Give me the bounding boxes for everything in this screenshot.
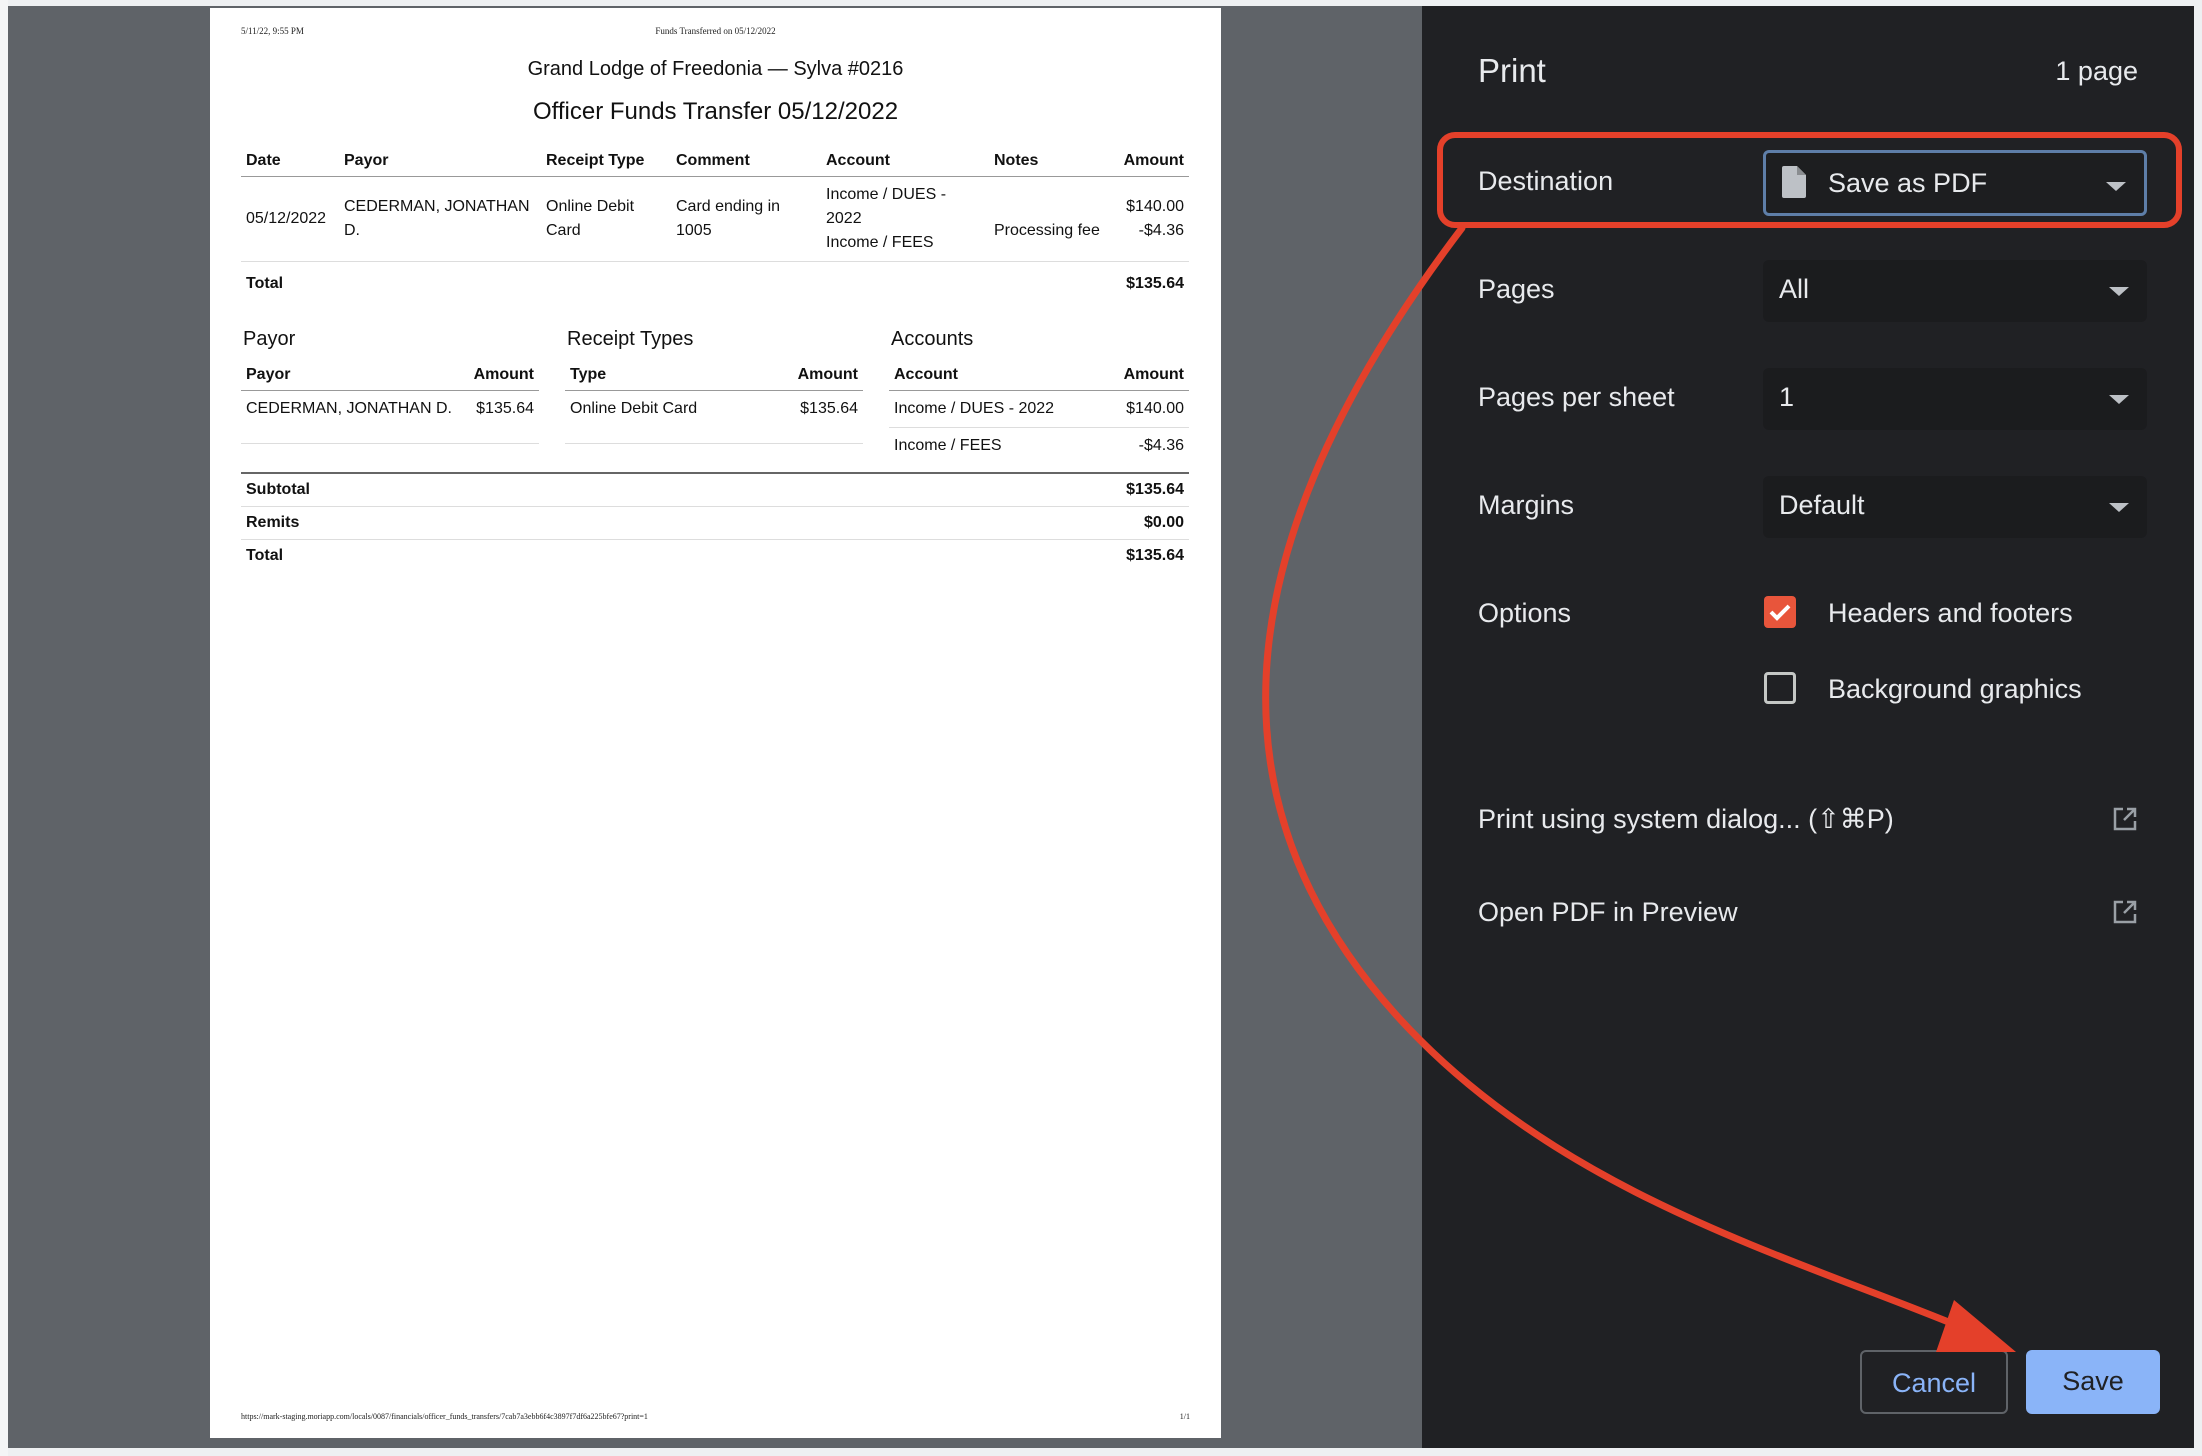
annotation-arrow: [1262, 224, 2016, 1352]
